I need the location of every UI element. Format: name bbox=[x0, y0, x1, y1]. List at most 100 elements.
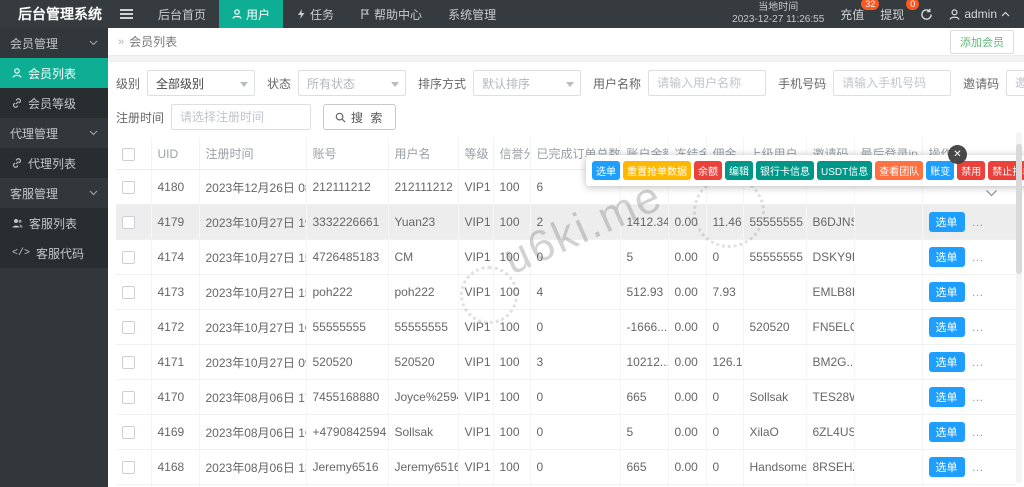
chevron-down-icon bbox=[391, 82, 400, 87]
invite-code-input[interactable] bbox=[1006, 70, 1024, 96]
panel-action-button[interactable]: 账变 bbox=[926, 161, 955, 180]
cell-uid: 4173 bbox=[151, 274, 200, 310]
cell-invite: 8RSEHZ bbox=[806, 449, 855, 485]
regtime-input[interactable] bbox=[171, 104, 312, 130]
panel-action-button[interactable]: 银行卡信息 bbox=[756, 161, 814, 180]
panel-action-button[interactable]: 余额 bbox=[694, 161, 722, 180]
nav-help[interactable]: 帮助中心 bbox=[347, 0, 435, 28]
row-action-button[interactable]: 选单 bbox=[928, 212, 965, 232]
user-icon bbox=[232, 9, 242, 19]
row-more-button[interactable]: … bbox=[972, 215, 985, 229]
row-checkbox[interactable] bbox=[122, 321, 135, 335]
item-label: 客服代码 bbox=[36, 246, 85, 261]
cell-actions: 选单 … bbox=[922, 309, 1016, 345]
nav-system[interactable]: 系统管理 bbox=[435, 0, 509, 28]
row-checkbox[interactable] bbox=[122, 356, 135, 370]
admin-username: admin bbox=[964, 7, 997, 21]
group-label: 会员管理 bbox=[10, 36, 59, 51]
item-label: 客服列表 bbox=[29, 216, 78, 231]
row-more-button[interactable]: … bbox=[972, 250, 985, 264]
scrollbar-thumb[interactable] bbox=[1016, 144, 1022, 274]
sidebar-item-agent-list[interactable]: 代理列表 bbox=[0, 148, 108, 178]
row-checkbox[interactable] bbox=[122, 461, 135, 475]
add-member-button[interactable]: 添加会员 bbox=[950, 29, 1014, 54]
username-label: 用户名称 bbox=[593, 76, 642, 91]
cell-account: 4726485183 bbox=[306, 239, 389, 275]
refresh-icon[interactable] bbox=[920, 8, 933, 21]
cell-balance: 665 bbox=[620, 379, 669, 415]
row-collapse-chevron-icon[interactable] bbox=[985, 189, 998, 198]
row-action-button[interactable]: 选单 bbox=[928, 317, 965, 337]
sidebar-item-member-level[interactable]: 会员等级 bbox=[0, 88, 108, 118]
row-more-button[interactable]: … bbox=[972, 355, 985, 369]
cell-commission: 0 bbox=[706, 414, 744, 450]
row-more-button[interactable]: … bbox=[972, 460, 985, 474]
row-action-button[interactable]: 选单 bbox=[928, 422, 965, 442]
nav-tasks[interactable]: 任务 bbox=[283, 0, 347, 28]
cell-regtime: 2023年12月26日 08:55:25 bbox=[199, 169, 307, 205]
row-checkbox[interactable] bbox=[122, 426, 135, 440]
row-checkbox-cell bbox=[116, 344, 152, 380]
sidebar-item-member-list[interactable]: 会员列表 bbox=[0, 58, 108, 88]
user-menu[interactable]: admin bbox=[949, 7, 1010, 21]
phone-input[interactable] bbox=[833, 70, 952, 96]
row-action-button[interactable]: 选单 bbox=[928, 387, 965, 407]
username-input[interactable] bbox=[648, 70, 767, 96]
row-more-button[interactable]: … bbox=[972, 285, 985, 299]
code-icon: </> bbox=[12, 247, 31, 259]
sidebar-item-support-code[interactable]: </> 客服代码 bbox=[0, 238, 108, 268]
level-select[interactable]: 全部级别 bbox=[147, 70, 256, 96]
recharge-link[interactable]: 充值 32 bbox=[840, 0, 880, 23]
withdraw-badge: 0 bbox=[906, 0, 920, 10]
row-checkbox[interactable] bbox=[122, 251, 135, 265]
sidebar-group-support[interactable]: 客服管理 bbox=[0, 178, 108, 208]
sidebar-item-support-list[interactable]: 客服列表 bbox=[0, 208, 108, 238]
row-action-button[interactable]: 选单 bbox=[928, 282, 965, 302]
row-action-button[interactable]: 选单 bbox=[928, 352, 965, 372]
topbar-right: 当地时间 2023-12-27 11:26:55 充值 32 提现 0 admi… bbox=[732, 0, 1024, 28]
cell-regtime: 2023年08月06日 17:42:17 bbox=[199, 379, 307, 415]
withdraw-link[interactable]: 提现 0 bbox=[880, 0, 920, 23]
sidebar-group-members[interactable]: 会员管理 bbox=[0, 28, 108, 58]
nav-home[interactable]: 后台首页 bbox=[145, 0, 219, 28]
row-action-button[interactable]: 选单 bbox=[928, 247, 965, 267]
item-label: 会员等级 bbox=[28, 96, 77, 111]
search-button[interactable]: 搜 索 bbox=[323, 104, 397, 130]
panel-action-button[interactable]: 禁用 bbox=[957, 161, 986, 180]
header-uid: UID bbox=[151, 138, 200, 170]
row-checkbox[interactable] bbox=[122, 391, 135, 405]
sidebar-group-agents[interactable]: 代理管理 bbox=[0, 118, 108, 148]
group-label: 客服管理 bbox=[10, 186, 59, 201]
breadcrumb-arrow-icon: » bbox=[118, 35, 125, 48]
main-content: » 会员列表 添加会员 级别 全部级别 状态 所有状态 排序方式 默认排序 用户… bbox=[108, 28, 1024, 487]
panel-action-button[interactable]: 查看团队 bbox=[875, 161, 924, 180]
chevron-down-icon bbox=[89, 130, 98, 136]
select-all-checkbox[interactable] bbox=[122, 147, 135, 161]
row-checkbox-cell bbox=[116, 414, 152, 450]
cell-frozen: 0.00 bbox=[668, 309, 707, 345]
status-select[interactable]: 所有状态 bbox=[298, 70, 407, 96]
row-more-button[interactable]: … bbox=[972, 425, 985, 439]
row-action-button[interactable]: 选单 bbox=[928, 457, 965, 477]
cell-commission: 126.17 bbox=[706, 344, 744, 380]
cell-regtime: 2023年10月27日 10:25:11 bbox=[199, 309, 307, 345]
nav-home-label: 后台首页 bbox=[158, 7, 207, 22]
row-checkbox[interactable] bbox=[122, 216, 135, 230]
nav-tasks-label: 任务 bbox=[310, 7, 335, 22]
link-icon bbox=[13, 158, 21, 168]
row-checkbox[interactable] bbox=[122, 181, 135, 195]
panel-action-button[interactable]: 选单 bbox=[592, 161, 620, 180]
flag-icon bbox=[361, 9, 370, 19]
panel-action-button[interactable]: 重置抢单数据 bbox=[623, 161, 691, 180]
row-checkbox[interactable] bbox=[122, 286, 135, 300]
nav-users[interactable]: 用户 bbox=[219, 0, 284, 28]
row-more-button[interactable]: … bbox=[972, 320, 985, 334]
cell-orders: 3 bbox=[530, 344, 621, 380]
cell-parent: 55555555 bbox=[743, 239, 807, 275]
close-icon[interactable]: ✕ bbox=[948, 145, 967, 164]
panel-action-button[interactable]: USDT信息 bbox=[817, 161, 873, 180]
sort-select[interactable]: 默认排序 bbox=[473, 70, 582, 96]
panel-action-button[interactable]: 编辑 bbox=[725, 161, 753, 180]
menu-toggle-icon[interactable] bbox=[108, 0, 145, 28]
row-more-button[interactable]: … bbox=[972, 390, 985, 404]
